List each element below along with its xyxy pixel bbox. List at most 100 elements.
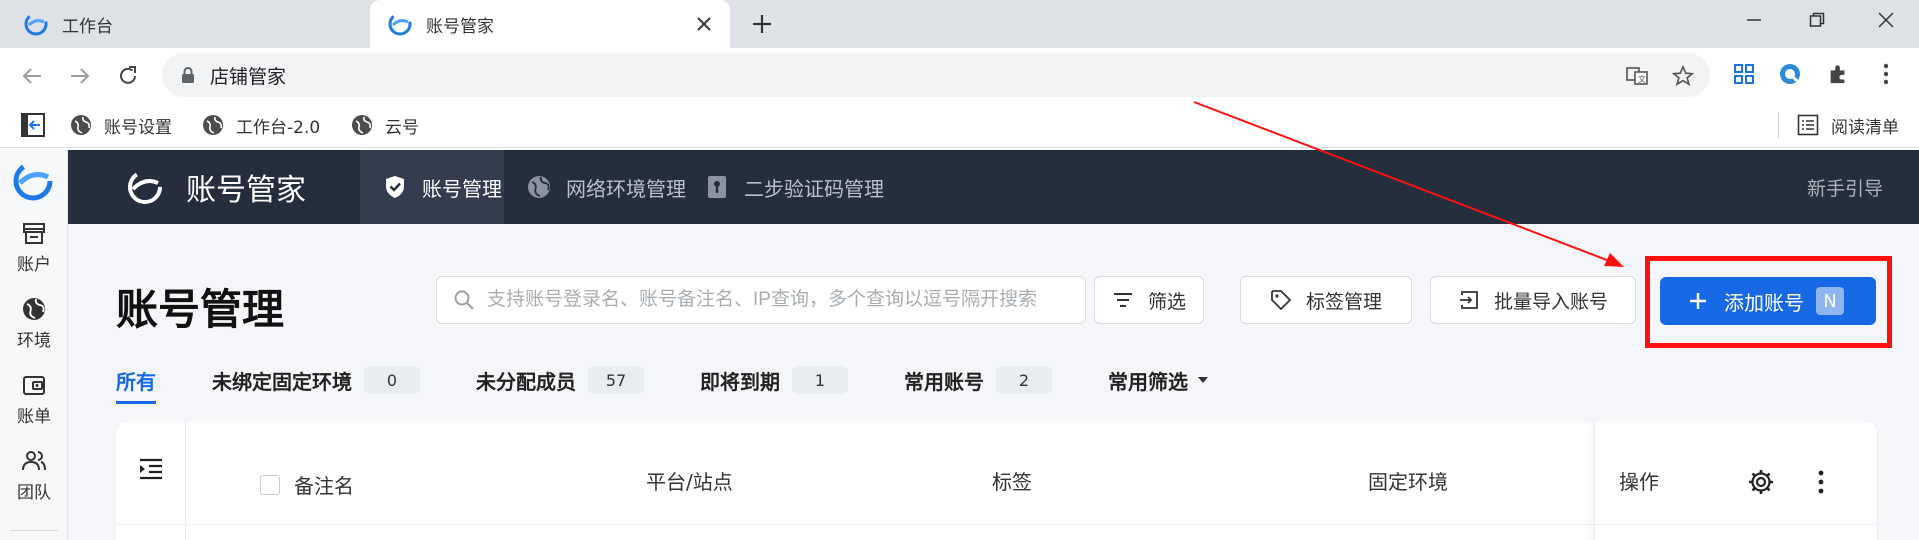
bookmark-account-settings[interactable]: 账号设置 [70, 111, 172, 139]
filter-label: 未分配成员 [476, 369, 576, 394]
page-title: 账号管理 [116, 285, 285, 334]
search-box[interactable] [436, 276, 1086, 324]
indent-list-icon [139, 458, 162, 480]
rail-label: 团队 [17, 483, 51, 503]
reload-icon[interactable] [112, 60, 144, 92]
caret-down-icon [1198, 377, 1208, 383]
beginner-guide-link[interactable]: 新手引导 [1807, 150, 1883, 224]
close-icon[interactable] [692, 12, 716, 36]
rail-item-account[interactable]: 账户 [0, 220, 68, 275]
bookmarks-bar: 账号设置 工作台-2.0 云号 阅读清单 [0, 102, 1919, 148]
rail-item-environment[interactable]: 环境 [0, 296, 68, 351]
browser-menu-icon[interactable] [1872, 60, 1900, 88]
search-input[interactable] [487, 289, 1077, 311]
filter-tab-all[interactable]: 所有 [116, 362, 156, 404]
nav-label: 账号管理 [422, 176, 502, 201]
browser-tab-account-manager[interactable]: 账号管家 [370, 0, 730, 48]
filter-tab-frequent[interactable]: 常用账号 2 [904, 362, 1052, 398]
tab-title: 账号管家 [426, 16, 494, 37]
puzzle-extensions-icon[interactable] [1824, 60, 1852, 88]
nav-network-environment[interactable]: 网络环境管理 [526, 150, 686, 224]
address-text: 店铺管家 [210, 65, 287, 88]
filter-icon [1113, 293, 1132, 307]
restore-icon[interactable] [1797, 4, 1837, 36]
globe-icon [23, 298, 45, 320]
globe-icon [352, 115, 372, 135]
star-icon[interactable] [1670, 63, 1696, 89]
main-content: 账号管理 筛选 标签管理 批量导入账号 添加账号 N 所有 [68, 224, 1919, 540]
app-logo-icon [128, 170, 162, 204]
column-header-fixed-env: 固定环境 [1368, 470, 1448, 494]
back-arrow-icon[interactable] [16, 60, 48, 92]
gear-icon[interactable] [1747, 468, 1775, 496]
grid-extension-icon[interactable] [1730, 60, 1758, 88]
filter-label: 所有 [116, 369, 156, 394]
reading-list-button[interactable]: 阅读清单 [1778, 111, 1899, 139]
list-icon [1797, 114, 1819, 136]
nav-account-management[interactable]: 账号管理 [360, 150, 504, 224]
team-icon [22, 451, 46, 471]
new-tab-plus-icon[interactable] [748, 10, 776, 38]
bookmark-label: 工作台-2.0 [236, 117, 321, 138]
rail-item-billing[interactable]: 账单 [0, 372, 68, 427]
tag-management-button[interactable]: 标签管理 [1240, 276, 1412, 324]
column-label: 操作 [1619, 470, 1659, 494]
bookmark-label: 云号 [385, 117, 419, 138]
column-toggle[interactable] [116, 422, 186, 540]
store-icon [23, 223, 45, 244]
column-label: 备注名 [294, 474, 354, 498]
select-all-checkbox[interactable] [260, 474, 280, 495]
rail-label: 环境 [17, 331, 51, 351]
bookmark-cloud[interactable]: 云号 [351, 111, 419, 139]
count-badge: 2 [996, 366, 1052, 394]
filter-tab-expiring[interactable]: 即将到期 1 [700, 362, 848, 398]
column-header-tags: 标签 [992, 470, 1032, 494]
app-brand[interactable]: 账号管家 [126, 150, 306, 224]
column-header-platform: 平台/站点 [646, 470, 733, 494]
window-close-icon[interactable] [1866, 4, 1906, 36]
divider [1778, 112, 1779, 138]
nav-label: 二步验证码管理 [744, 176, 884, 201]
tab-title: 工作台 [62, 16, 113, 37]
accounts-table: 备注名 平台/站点 标签 固定环境 操作 [116, 422, 1876, 540]
rail-item-team[interactable]: 团队 [0, 448, 68, 503]
rail-label: 账单 [17, 407, 51, 427]
button-label: 筛选 [1147, 290, 1186, 313]
more-vertical-icon[interactable] [1807, 468, 1835, 496]
minimize-icon[interactable] [1734, 4, 1774, 36]
filter-button[interactable]: 筛选 [1094, 276, 1204, 324]
count-badge: 57 [588, 366, 644, 394]
globe-icon [528, 176, 550, 198]
bookmark-workbench-2[interactable]: 工作台-2.0 [202, 111, 320, 139]
column-header-actions: 操作 [1594, 422, 1876, 540]
batch-import-button[interactable]: 批量导入账号 [1430, 276, 1636, 324]
translate-icon[interactable]: 文 [1624, 63, 1650, 89]
q-extension-icon[interactable] [1776, 60, 1804, 88]
shield-icon [386, 176, 404, 198]
bookmark-label: 账号设置 [104, 117, 172, 138]
add-account-button[interactable]: 添加账号 N [1660, 277, 1876, 325]
forward-arrow-icon[interactable] [64, 60, 96, 92]
wallet-icon [23, 376, 45, 395]
sidebar-toggle-icon[interactable] [20, 111, 46, 139]
browser-tab-strip: 工作台 账号管家 [0, 0, 1919, 48]
filter-dropdown-common[interactable]: 常用筛选 [1108, 362, 1208, 398]
lock-icon [182, 67, 194, 83]
nav-label: 网络环境管理 [566, 176, 686, 201]
import-icon [1459, 291, 1478, 309]
address-bar[interactable]: 店铺管家 文 [162, 53, 1710, 97]
filter-label: 未绑定固定环境 [212, 369, 352, 394]
app-logo-icon[interactable] [12, 160, 54, 202]
left-rail: 账户 环境 账单 团队 [0, 150, 68, 540]
reading-list-label: 阅读清单 [1831, 117, 1899, 138]
globe-icon [71, 115, 91, 135]
rail-label: 账户 [17, 255, 51, 275]
filter-tab-unbound-env[interactable]: 未绑定固定环境 0 [212, 362, 420, 398]
browser-tab-workbench[interactable]: 工作台 [24, 0, 364, 48]
tag-icon [1271, 290, 1292, 311]
search-icon [454, 290, 474, 310]
filter-tab-unassigned[interactable]: 未分配成员 57 [476, 362, 644, 398]
filter-label: 即将到期 [700, 369, 780, 394]
divider [10, 530, 58, 531]
nav-2fa-codes[interactable]: 二步验证码管理 [704, 150, 884, 224]
